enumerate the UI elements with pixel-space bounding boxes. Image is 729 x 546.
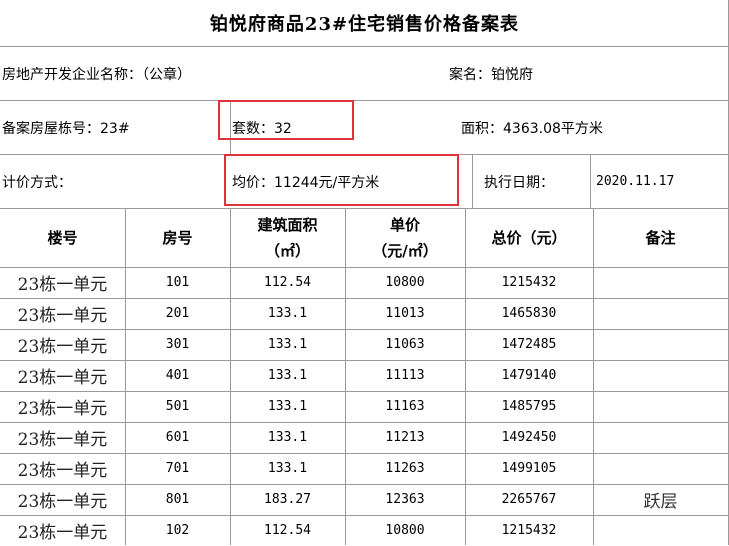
avg-price-highlight-box	[224, 154, 459, 206]
pricing-method-label: 计价方式：	[2, 174, 72, 191]
cell-note	[593, 360, 728, 391]
cell-building: 23栋一单元	[17, 492, 108, 512]
cell-building: 23栋一单元	[17, 337, 108, 357]
cell-price: 11163	[385, 399, 425, 414]
cell-room: 601	[165, 430, 190, 445]
units-highlight-box	[218, 100, 354, 140]
cell-note	[593, 267, 728, 298]
cell-building: 23栋一单元	[17, 399, 108, 419]
col-header-price-line1: 单价	[389, 215, 420, 234]
grid-line	[472, 154, 473, 208]
col-header-building: 楼号	[0, 208, 125, 267]
col-header-price-line2: （元/㎡）	[372, 241, 438, 260]
col-header-area-line2: （㎡）	[264, 241, 310, 260]
cell-area: 183.27	[264, 492, 311, 507]
cell-note	[593, 422, 728, 453]
col-header-total-text: 总价（元）	[491, 228, 567, 247]
cell-building: 23栋一单元	[17, 306, 108, 326]
cell-price: 10800	[385, 275, 425, 290]
building-number-label: 备案房屋栋号：23#	[2, 120, 130, 137]
cell-area: 133.1	[267, 337, 308, 352]
cell-area: 112.54	[264, 275, 311, 290]
cell-total: 2265767	[501, 492, 557, 507]
execution-date-value: 2020.11.17	[596, 174, 675, 189]
cell-room: 501	[165, 399, 190, 414]
cell-note	[593, 298, 728, 329]
cell-total: 1472485	[501, 337, 557, 352]
cell-area: 133.1	[267, 306, 308, 321]
cell-room: 801	[165, 492, 190, 507]
cell-price: 12363	[385, 492, 425, 507]
cell-area: 133.1	[267, 430, 308, 445]
price-filing-sheet: 铂悦府商品23#住宅销售价格备案表 房地产开发企业名称：（公章） 案名：铂悦府 …	[0, 0, 729, 545]
cell-note	[593, 391, 728, 422]
cell-total: 1485795	[501, 399, 557, 414]
col-header-building-text: 楼号	[47, 228, 78, 247]
execution-date-label: 执行日期：	[484, 174, 554, 191]
col-header-total: 总价（元）	[465, 208, 593, 267]
cell-building: 23栋一单元	[17, 430, 108, 450]
cell-building: 23栋一单元	[17, 461, 108, 481]
cell-area: 112.54	[264, 523, 311, 538]
cell-area: 133.1	[267, 399, 308, 414]
cell-note	[593, 515, 728, 546]
cell-building: 23栋一单元	[17, 368, 108, 388]
floor-area-label: 面积：4363.08平方米	[461, 120, 603, 137]
cell-note	[593, 329, 728, 360]
col-header-note: 备注	[593, 208, 728, 267]
project-name-label: 案名：铂悦府	[449, 66, 533, 83]
col-header-price: 单价 （元/㎡）	[345, 208, 465, 267]
cell-price: 10800	[385, 523, 425, 538]
cell-total: 1479140	[501, 368, 557, 383]
cell-note	[593, 453, 728, 484]
cell-price: 11113	[385, 368, 425, 383]
cell-room: 201	[165, 306, 190, 321]
cell-price: 11013	[385, 306, 425, 321]
cell-room: 102	[165, 523, 190, 538]
cell-room: 701	[165, 461, 190, 476]
cell-total: 1465830	[501, 306, 557, 321]
cell-total: 1492450	[501, 430, 557, 445]
col-header-area: 建筑面积 （㎡）	[230, 208, 345, 267]
cell-total: 1499105	[501, 461, 557, 476]
cell-building: 23栋一单元	[17, 523, 108, 543]
cell-price: 11263	[385, 461, 425, 476]
col-header-room-text: 房号	[162, 228, 193, 247]
cell-area: 133.1	[267, 461, 308, 476]
cell-room: 401	[165, 368, 190, 383]
col-header-room: 房号	[125, 208, 230, 267]
cell-price: 11213	[385, 430, 425, 445]
cell-total: 1215432	[501, 523, 557, 538]
sheet-title: 铂悦府商品23#住宅销售价格备案表	[209, 14, 520, 35]
cell-room: 301	[165, 337, 190, 352]
grid-line	[590, 154, 591, 208]
developer-label: 房地产开发企业名称：（公章）	[2, 66, 191, 83]
cell-note: 跃层	[643, 492, 678, 512]
cell-total: 1215432	[501, 275, 557, 290]
col-header-area-line1: 建筑面积	[257, 215, 318, 234]
cell-room: 101	[165, 275, 190, 290]
col-header-note-text: 备注	[645, 228, 676, 247]
cell-building: 23栋一单元	[17, 275, 108, 295]
cell-area: 133.1	[267, 368, 308, 383]
cell-price: 11063	[385, 337, 425, 352]
